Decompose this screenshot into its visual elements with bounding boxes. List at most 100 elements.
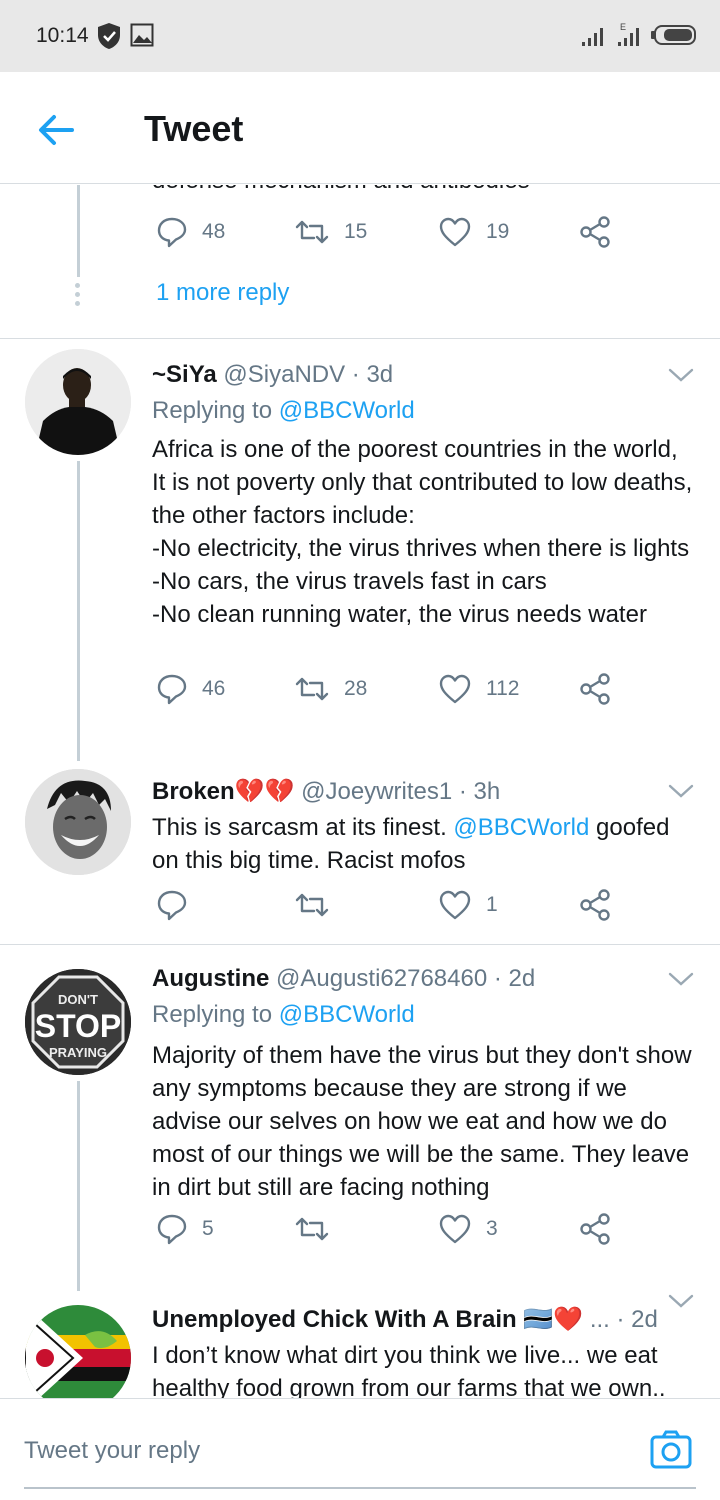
reply-count: 46 bbox=[202, 677, 226, 700]
share-icon bbox=[580, 673, 610, 705]
camera-icon[interactable] bbox=[650, 1429, 692, 1471]
heart-emoji: ❤️ bbox=[553, 1306, 584, 1333]
reply-icon bbox=[157, 217, 187, 248]
reply-icon bbox=[157, 674, 187, 705]
replying-label: Replying to bbox=[152, 1001, 273, 1028]
back-arrow-icon[interactable] bbox=[30, 108, 80, 152]
reply-count: 48 bbox=[202, 220, 226, 243]
status-time: 10:14 bbox=[36, 24, 89, 47]
reply-button[interactable] bbox=[156, 885, 202, 925]
tweet-augustine[interactable]: DON'T STOP PRAYING Augustine @Augusti627… bbox=[0, 945, 720, 1291]
share-icon bbox=[580, 216, 610, 248]
reply-icon bbox=[157, 1214, 187, 1245]
chevron-down-icon[interactable] bbox=[668, 783, 694, 799]
reply-button[interactable]: 48 bbox=[156, 212, 225, 252]
avatar-text-stop: STOP bbox=[35, 1008, 122, 1044]
tweet-text: Majority of them have the virus but they… bbox=[152, 1042, 692, 1201]
chevron-down-icon[interactable] bbox=[668, 971, 694, 987]
page-title: Tweet bbox=[144, 108, 244, 149]
reply-button[interactable]: 46 bbox=[156, 669, 225, 709]
heart-icon bbox=[439, 1214, 471, 1244]
shield-icon bbox=[98, 23, 120, 49]
tweet-text: This is sarcasm at its finest. @BBCWorld… bbox=[152, 811, 697, 877]
like-count: 1 bbox=[486, 893, 498, 916]
reply-count: 5 bbox=[202, 1217, 214, 1240]
share-button[interactable] bbox=[578, 885, 612, 925]
display-name[interactable]: Broken💔💔 bbox=[152, 778, 294, 805]
chevron-down-icon[interactable] bbox=[668, 367, 694, 383]
retweet-button[interactable] bbox=[294, 885, 344, 925]
heart-icon bbox=[439, 890, 471, 920]
reply-bar: Tweet your reply bbox=[0, 1398, 720, 1500]
app-header: Tweet bbox=[0, 72, 720, 184]
replying-label: Replying to bbox=[152, 397, 273, 424]
mention-link[interactable]: @BBCWorld bbox=[279, 397, 415, 424]
retweet-button[interactable] bbox=[294, 1209, 344, 1249]
like-count: 19 bbox=[486, 220, 510, 243]
share-button[interactable] bbox=[578, 669, 612, 709]
avatar-text-dont: DON'T bbox=[58, 992, 98, 1007]
avatar[interactable] bbox=[25, 349, 131, 455]
tweet-header: ~SiYa @SiyaNDV · 3d bbox=[152, 361, 393, 389]
image-icon bbox=[130, 23, 154, 47]
retweet-icon bbox=[295, 893, 329, 917]
like-button[interactable]: 112 bbox=[438, 669, 519, 709]
tweet-actions: 5 3 bbox=[152, 1209, 622, 1249]
tweet-actions: 1 bbox=[152, 885, 622, 925]
retweet-icon bbox=[295, 677, 329, 701]
share-icon bbox=[580, 1213, 610, 1245]
avatar-broken-image bbox=[25, 769, 131, 875]
tweet-siya[interactable]: ~SiYa @SiyaNDV · 3d Replying to @BBCWorl… bbox=[0, 339, 720, 761]
share-button[interactable] bbox=[578, 212, 612, 252]
like-button[interactable]: 3 bbox=[438, 1209, 498, 1249]
mention-link[interactable]: @BBCWorld bbox=[279, 1001, 415, 1028]
like-button[interactable]: 1 bbox=[438, 885, 498, 925]
reply-button[interactable]: 5 bbox=[156, 1209, 214, 1249]
flag-emoji: 🇧🇼 bbox=[523, 1306, 554, 1333]
tweet-text: Africa is one of the poorest countries i… bbox=[152, 436, 693, 628]
avatar-text-praying: PRAYING bbox=[49, 1045, 107, 1060]
tweet-actions: 48 15 19 bbox=[152, 212, 622, 252]
thread-line bbox=[77, 461, 80, 761]
retweet-icon bbox=[295, 1217, 329, 1241]
reply-icon bbox=[157, 890, 187, 921]
tweet-text-part: This is sarcasm at its finest. bbox=[152, 814, 454, 841]
like-button[interactable]: 19 bbox=[438, 212, 509, 252]
retweet-icon bbox=[295, 220, 329, 244]
mention-link[interactable]: @BBCWorld bbox=[453, 814, 589, 841]
avatar-stop-sign-image: DON'T STOP PRAYING bbox=[25, 969, 131, 1075]
handle-time: @Augusti62768460 · 2d bbox=[276, 965, 536, 992]
retweet-button[interactable]: 15 bbox=[294, 212, 367, 252]
share-icon bbox=[580, 889, 610, 921]
tweet-header: Unemployed Chick With A Brain 🇧🇼❤️ ... ·… bbox=[152, 1305, 658, 1334]
handle-time: @Joeywrites1 · 3h bbox=[301, 778, 501, 805]
replying-to: Replying to @BBCWorld bbox=[152, 397, 415, 425]
reply-input[interactable]: Tweet your reply bbox=[24, 1437, 200, 1465]
avatar[interactable]: DON'T STOP PRAYING bbox=[25, 969, 131, 1075]
avatar-siya-image bbox=[25, 349, 131, 455]
chevron-down-icon[interactable] bbox=[668, 1293, 694, 1309]
share-button[interactable] bbox=[578, 1209, 612, 1249]
handle-time: ... · 2d bbox=[589, 1306, 658, 1333]
display-name[interactable]: Unemployed Chick With A Brain bbox=[152, 1306, 517, 1333]
like-count: 112 bbox=[486, 677, 520, 700]
tweet-unemployed-chick[interactable]: Unemployed Chick With A Brain 🇧🇼❤️ ... ·… bbox=[0, 1285, 720, 1398]
tweet-broken[interactable]: Broken💔💔 @Joeywrites1 · 3h This is sarca… bbox=[0, 759, 720, 944]
reply-underline bbox=[24, 1487, 696, 1489]
avatar[interactable] bbox=[25, 1305, 131, 1398]
avatar[interactable] bbox=[25, 769, 131, 875]
heart-icon bbox=[439, 674, 471, 704]
tweet-actions: 46 28 112 bbox=[152, 669, 622, 709]
retweet-button[interactable]: 28 bbox=[294, 669, 367, 709]
display-name[interactable]: Augustine bbox=[152, 965, 269, 992]
clipped-tweet-text: defense mechanism and antibodies bbox=[152, 185, 530, 195]
thread-line bbox=[77, 185, 80, 277]
replying-to: Replying to @BBCWorld bbox=[152, 1001, 415, 1029]
retweet-count: 15 bbox=[344, 220, 368, 243]
battery-icon bbox=[651, 25, 696, 45]
more-reply-link[interactable]: 1 more reply bbox=[156, 279, 289, 307]
display-name[interactable]: ~SiYa bbox=[152, 361, 217, 388]
handle-time: @SiyaNDV · 3d bbox=[223, 361, 394, 388]
reply-feed[interactable]: defense mechanism and antibodies 48 15 1… bbox=[0, 185, 720, 1398]
retweet-count: 28 bbox=[344, 677, 368, 700]
